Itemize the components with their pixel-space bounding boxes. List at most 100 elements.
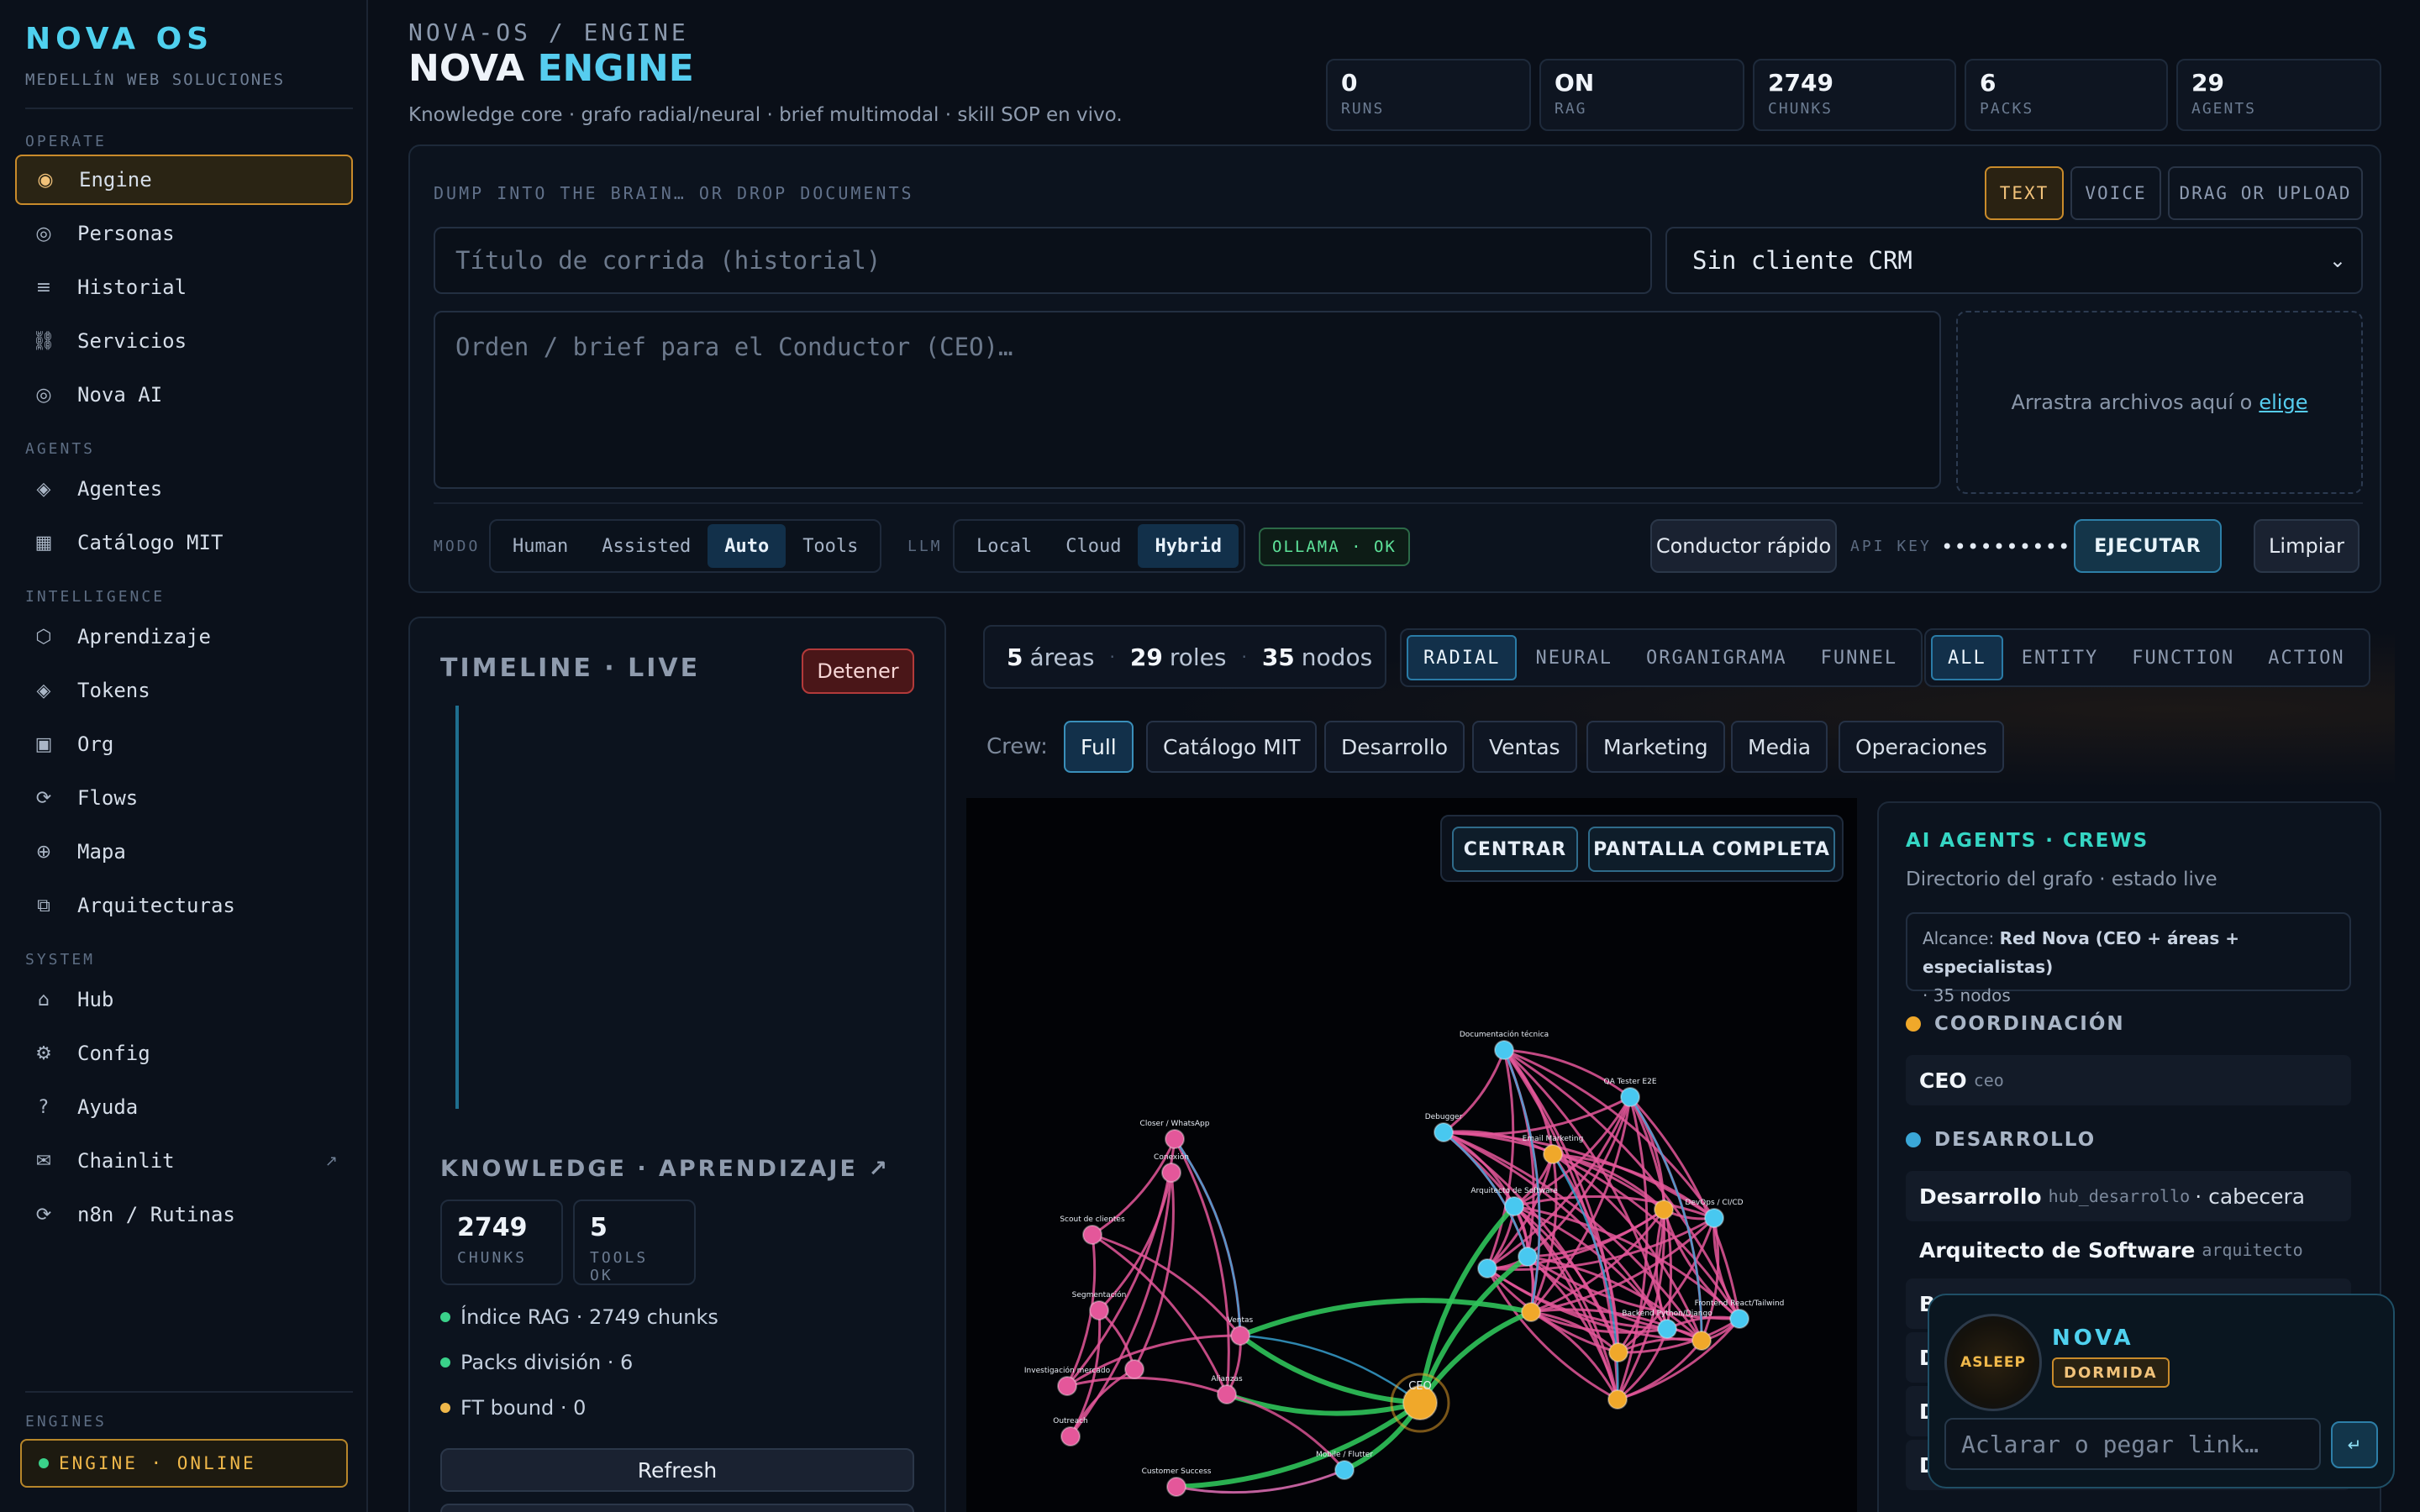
- graph-node[interactable]: [1654, 1200, 1674, 1220]
- input-mode-upload-button[interactable]: DRAG OR UPLOAD: [2168, 166, 2363, 220]
- graph-node[interactable]: [1124, 1359, 1144, 1379]
- tab-radial[interactable]: RADIAL: [1407, 635, 1518, 680]
- graph-node[interactable]: [1543, 1144, 1563, 1164]
- graph-node[interactable]: [1504, 1196, 1524, 1216]
- engine-status-badge[interactable]: ENGINE · ONLINE: [20, 1439, 348, 1488]
- graph-node[interactable]: [1334, 1460, 1355, 1480]
- sidebar-item-engine[interactable]: ◉ Engine: [15, 155, 353, 205]
- stop-button[interactable]: Detener: [802, 648, 914, 694]
- tab-funnel[interactable]: FUNNEL: [1806, 635, 1912, 680]
- graph-node-label: Arquitecto de Software: [1470, 1187, 1558, 1195]
- nova-orb[interactable]: ASLEEP: [1944, 1314, 2042, 1411]
- crm-client-select[interactable]: Sin cliente CRM ⌄: [1665, 227, 2363, 294]
- agent-name: CEO: [1919, 1068, 1967, 1093]
- llm-local[interactable]: Local: [960, 524, 1049, 568]
- crew-chip-media[interactable]: Media: [1731, 721, 1828, 773]
- sidebar-item-cat-logo-mit[interactable]: ▦ Catálogo MIT: [15, 517, 353, 568]
- graph-node[interactable]: [1165, 1129, 1185, 1149]
- filter-action[interactable]: ACTION: [2253, 635, 2360, 680]
- input-mode-voice-button[interactable]: VOICE: [2070, 166, 2161, 220]
- graph-node[interactable]: [1217, 1384, 1237, 1404]
- execute-button[interactable]: EJECUTAR: [2074, 519, 2222, 573]
- engine-status-text: ENGINE · ONLINE: [59, 1453, 256, 1473]
- graph-node[interactable]: [1477, 1258, 1497, 1278]
- nova-chat-input[interactable]: Aclarar o pegar link…: [1944, 1418, 2321, 1470]
- sidebar-item-personas[interactable]: ◎ Personas: [15, 208, 353, 259]
- choose-file-link[interactable]: elige: [2259, 391, 2307, 414]
- graph-node[interactable]: [1494, 1040, 1514, 1060]
- filter-function[interactable]: FUNCTION: [2117, 635, 2249, 680]
- graph-node[interactable]: [1704, 1208, 1724, 1228]
- radial-graph-canvas[interactable]: Documentación técnica QA Tester E2E Debugg…: [966, 798, 1857, 1512]
- sidebar-item-tokens[interactable]: ◈ Tokens: [15, 665, 353, 716]
- crew-chip-marketing[interactable]: Marketing: [1586, 721, 1725, 773]
- sidebar-item-n8n-rutinas[interactable]: ⟳ n8n / Rutinas: [15, 1189, 353, 1240]
- center-button[interactable]: CENTRAR: [1452, 827, 1578, 872]
- run-title-input[interactable]: Título de corrida (historial): [434, 227, 1652, 294]
- knowledge-title-link[interactable]: KNOWLEDGE · APRENDIZAJE ↗: [440, 1156, 890, 1182]
- mode-tools[interactable]: Tools: [786, 524, 875, 568]
- graph-node[interactable]: [1434, 1122, 1454, 1142]
- refresh-button[interactable]: Refresh: [440, 1448, 914, 1492]
- graph-node[interactable]: [1057, 1376, 1077, 1396]
- graph-controls: CENTRAR PANTALLA COMPLETA: [1440, 815, 1844, 882]
- sidebar-item-agentes[interactable]: ◈ Agentes: [15, 464, 353, 514]
- sidebar-item-arquitecturas[interactable]: ⧉ Arquitecturas: [15, 880, 353, 931]
- quick-conductor-button[interactable]: Conductor rápido: [1650, 519, 1837, 573]
- llm-hybrid[interactable]: Hybrid: [1138, 524, 1239, 568]
- send-icon[interactable]: ↵: [2331, 1421, 2378, 1468]
- graph-node[interactable]: [1082, 1225, 1102, 1245]
- llm-cloud[interactable]: Cloud: [1049, 524, 1138, 568]
- graph-node[interactable]: [1166, 1477, 1186, 1497]
- mode-auto[interactable]: Auto: [708, 524, 786, 568]
- graph-node[interactable]: [1657, 1319, 1677, 1339]
- graph-edge: [1418, 1310, 1533, 1404]
- mode-human[interactable]: Human: [496, 524, 585, 568]
- filter-all[interactable]: ALL: [1931, 635, 2003, 680]
- sidebar-item-mapa[interactable]: ⊕ Mapa: [15, 827, 353, 877]
- sidebar-item-nova-ai[interactable]: ◎ Nova AI: [15, 370, 353, 420]
- input-mode-text-button[interactable]: TEXT: [1985, 166, 2064, 220]
- sidebar-item-servicios[interactable]: ⛓ Servicios: [15, 316, 353, 366]
- sidebar-item-ayuda[interactable]: ? Ayuda: [15, 1082, 353, 1132]
- agent-slug: hub_desarrollo: [2048, 1186, 2191, 1206]
- agent-row[interactable]: Arquitecto de Software arquitecto: [1906, 1225, 2351, 1275]
- crew-chip-full[interactable]: Full: [1064, 721, 1134, 773]
- graph-node[interactable]: [1608, 1342, 1628, 1362]
- sidebar-item-config[interactable]: ⚙ Config: [15, 1028, 353, 1079]
- graph-node[interactable]: [1607, 1389, 1628, 1410]
- graph-node[interactable]: [1729, 1309, 1749, 1329]
- graph-node[interactable]: [1230, 1326, 1250, 1346]
- tab-organigrama[interactable]: ORGANIGRAMA: [1631, 635, 1802, 680]
- sidebar-item-aprendizaje[interactable]: ⬡ Aprendizaje: [15, 612, 353, 662]
- graph-node[interactable]: [1161, 1163, 1181, 1183]
- agent-row[interactable]: Desarrollo hub_desarrollo · cabecera: [1906, 1171, 2351, 1221]
- fullscreen-button[interactable]: PANTALLA COMPLETA: [1588, 827, 1835, 872]
- graph-node[interactable]: [1691, 1331, 1712, 1351]
- graph-node[interactable]: [1620, 1087, 1640, 1107]
- crew-chip-catalogo[interactable]: Catálogo MIT: [1146, 721, 1318, 773]
- secondary-button[interactable]: [440, 1504, 914, 1512]
- sidebar-item-chainlit[interactable]: ✉ Chainlit ↗: [15, 1136, 353, 1186]
- clear-button[interactable]: Limpiar: [2254, 519, 2360, 573]
- graph-node[interactable]: [1089, 1300, 1109, 1320]
- sidebar-item-hub[interactable]: ⌂ Hub: [15, 974, 353, 1025]
- graph-node[interactable]: [1518, 1247, 1538, 1267]
- agent-row[interactable]: CEO ceo: [1906, 1055, 2351, 1105]
- brief-textarea[interactable]: Orden / brief para el Conductor (CEO)…: [434, 311, 1941, 489]
- sidebar-item-label: Flows: [77, 786, 139, 810]
- crew-chip-operaciones[interactable]: Operaciones: [1839, 721, 2004, 773]
- sidebar-item-historial[interactable]: ≡ Historial: [15, 262, 353, 312]
- mode-assisted[interactable]: Assisted: [585, 524, 708, 568]
- graph-node[interactable]: [1521, 1302, 1541, 1322]
- sidebar-item-org[interactable]: ▣ Org: [15, 719, 353, 769]
- tab-neural[interactable]: NEURAL: [1520, 635, 1627, 680]
- file-drop-zone[interactable]: Arrastra archivos aquí o elige: [1956, 311, 2363, 494]
- crew-chip-desarrollo[interactable]: Desarrollo: [1324, 721, 1465, 773]
- crew-chip-ventas[interactable]: Ventas: [1472, 721, 1577, 773]
- graph-edge: [1173, 1138, 1242, 1336]
- graph-node[interactable]: [1060, 1426, 1081, 1446]
- filter-entity[interactable]: ENTITY: [2007, 635, 2113, 680]
- agent-slug: ceo: [1973, 1070, 2004, 1090]
- sidebar-item-flows[interactable]: ⟳ Flows: [15, 773, 353, 823]
